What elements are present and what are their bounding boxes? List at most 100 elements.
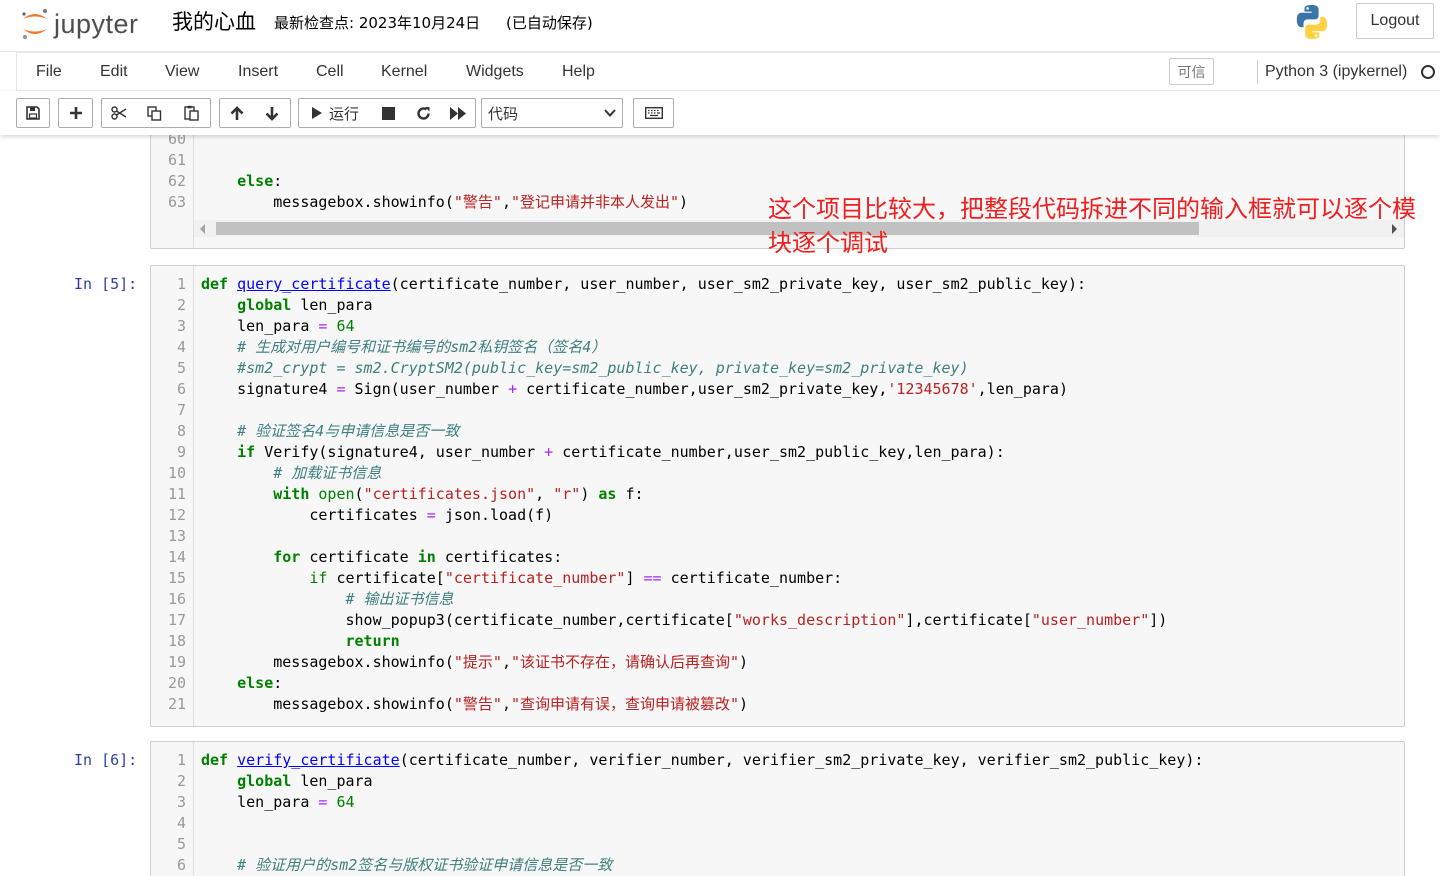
code-line: else: xyxy=(237,172,283,190)
code-line: def query_certificate(certificate_number… xyxy=(201,275,1087,293)
line-number: 14 xyxy=(167,548,186,566)
code-line: global len_para xyxy=(237,296,373,314)
line-number: 12 xyxy=(167,506,186,524)
trusted-indicator[interactable]: 可信 xyxy=(1169,58,1214,85)
code-line: for certificate in certificates: xyxy=(273,548,563,566)
line-number: 2 xyxy=(176,296,186,314)
line-number: 6 xyxy=(176,856,186,874)
run-button[interactable]: 运行 xyxy=(298,98,372,128)
line-number: 11 xyxy=(167,485,186,503)
menu-edit[interactable]: Edit xyxy=(100,63,128,81)
move-down-button[interactable] xyxy=(254,98,291,128)
command-palette-button[interactable] xyxy=(633,98,674,128)
line-number: 15 xyxy=(167,569,186,587)
code-line: if certificate["certificate_number"] == … xyxy=(309,569,843,587)
code-line: # 验证签名4与申请信息是否一致 xyxy=(237,422,460,440)
insert-cell-button[interactable] xyxy=(58,98,93,128)
code-editor[interactable]: def query_certificate(certificate_number… xyxy=(194,266,1404,726)
scissors-icon xyxy=(111,106,127,120)
cell-type-select[interactable]: 代码 xyxy=(481,98,623,128)
code-line: #sm2_crypt = sm2.CryptSM2(public_key=sm2… xyxy=(237,359,969,377)
arrow-up-icon xyxy=(230,105,244,120)
copy-icon xyxy=(146,105,161,121)
line-number: 1 xyxy=(176,275,186,293)
copy-cell-button[interactable] xyxy=(136,98,173,128)
code-line: len_para = 64 xyxy=(201,317,355,335)
restart-run-all-button[interactable] xyxy=(440,98,476,128)
fast-forward-icon xyxy=(449,106,466,120)
code-line: global len_para xyxy=(237,772,373,790)
line-number: 21 xyxy=(167,695,186,713)
kernel-idle-icon xyxy=(1421,65,1435,79)
code-line: signature4 = Sign(user_number + certific… xyxy=(201,380,1068,398)
line-number: 19 xyxy=(167,653,186,671)
code-line: certificates = json.load(f) xyxy=(201,506,554,524)
line-number: 3 xyxy=(176,793,186,811)
menubar: File Edit View Insert Cell Kernel Widget… xyxy=(16,52,1440,91)
line-number: 5 xyxy=(176,359,186,377)
code-line: if Verify(signature4, user_number + cert… xyxy=(237,443,1005,461)
stop-icon xyxy=(382,106,395,120)
menu-file[interactable]: File xyxy=(36,63,62,81)
line-number: 10 xyxy=(167,464,186,482)
checkpoint-status: 最新检查点: 2023年10月24日 xyxy=(274,14,481,32)
code-editor[interactable]: def verify_certificate(certificate_numbe… xyxy=(194,742,1404,876)
jupyter-logo-icon xyxy=(20,6,50,42)
interrupt-button[interactable] xyxy=(371,98,407,128)
code-line: messagebox.showinfo("提示","该证书不存在，请确认后再查询… xyxy=(201,653,749,671)
code-line: # 加载证书信息 xyxy=(273,464,382,482)
run-label: 运行 xyxy=(328,104,359,123)
code-line: # 生成对用户编号和证书编号的sm2私钥签名（签名4） xyxy=(237,338,607,356)
keyboard-icon xyxy=(644,107,663,119)
logout-button[interactable]: Logout xyxy=(1356,3,1434,39)
line-number: 63 xyxy=(167,193,186,211)
menu-widgets[interactable]: Widgets xyxy=(466,63,524,81)
save-icon xyxy=(26,106,40,120)
autosave-status: (已自动保存) xyxy=(506,14,593,32)
chevron-down-icon xyxy=(604,109,616,117)
code-line: messagebox.showinfo("警告","查询申请有误，查询申请被篡改… xyxy=(201,695,749,713)
line-number: 7 xyxy=(176,401,186,419)
scroll-left-icon[interactable] xyxy=(200,224,205,234)
code-line: # 验证用户的sm2签名与版权证书验证申请信息是否一致 xyxy=(237,856,613,874)
line-number: 61 xyxy=(167,151,186,169)
cell-prompt: In [5]: xyxy=(74,275,138,293)
menu-cell[interactable]: Cell xyxy=(316,63,344,81)
cell-type-value: 代码 xyxy=(488,104,519,123)
menu-view[interactable]: View xyxy=(165,63,199,81)
notebook-area: 60 61 62 63 else: messagebox.showinfo("警… xyxy=(0,135,1440,876)
line-number: 1 xyxy=(176,751,186,769)
kernel-name[interactable]: Python 3 (ipykernel) xyxy=(1265,63,1407,81)
play-icon xyxy=(311,107,322,119)
code-line: with open("certificates.json", "r") as f… xyxy=(273,485,644,503)
menu-kernel[interactable]: Kernel xyxy=(381,63,427,81)
restart-button[interactable] xyxy=(406,98,441,128)
code-cell-5[interactable]: 1 2 3 4 5 6 7 8 9 10 11 12 13 14 15 16 17 18 19 20 21 def qu… xyxy=(150,265,1405,727)
code-line: def verify_certificate(certificate_numbe… xyxy=(201,751,1204,769)
line-number: 20 xyxy=(167,674,186,692)
line-number-gutter: 1 2 3 4 5 6 7 8 9 10 11 12 13 14 15 16 17 18 19 20 21 xyxy=(151,266,194,726)
code-line: return xyxy=(345,632,400,650)
line-number-gutter: 60 61 62 63 xyxy=(151,135,194,248)
save-button[interactable] xyxy=(16,98,50,128)
move-up-button[interactable] xyxy=(219,98,255,128)
code-line: # 输出证书信息 xyxy=(345,590,454,608)
code-line: show_popup3(certificate_number,certifica… xyxy=(201,611,1168,629)
code-cell-6[interactable]: 1 2 3 4 5 6 def verify_certificate(certificat… xyxy=(150,741,1405,876)
cell-prompt: In [6]: xyxy=(74,751,138,769)
arrow-down-icon xyxy=(265,106,279,121)
jupyter-logo-text: jupyter xyxy=(54,8,139,39)
notebook-title[interactable]: 我的心血 xyxy=(172,6,256,36)
menu-help[interactable]: Help xyxy=(562,63,595,81)
paste-cell-button[interactable] xyxy=(172,98,211,128)
plus-icon xyxy=(69,107,82,119)
kernel-separator xyxy=(1257,60,1258,84)
python-logo-icon xyxy=(1292,2,1332,42)
line-number: 16 xyxy=(167,590,186,608)
menu-insert[interactable]: Insert xyxy=(238,63,278,81)
jupyter-logo[interactable]: jupyter xyxy=(20,4,139,44)
line-number: 2 xyxy=(176,772,186,790)
cut-cell-button[interactable] xyxy=(101,98,137,128)
code-line: messagebox.showinfo("警告","登记申请并非本人发出") xyxy=(201,193,689,211)
restart-icon xyxy=(416,106,430,120)
